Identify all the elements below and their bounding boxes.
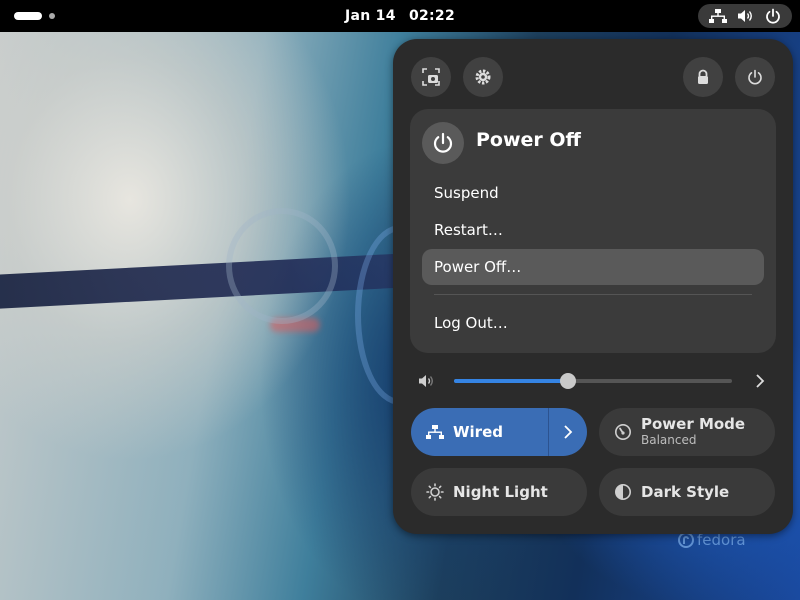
power-mode-toggle[interactable]: Power Mode Balanced [599,408,775,456]
screenshot-button[interactable] [411,57,451,97]
quick-settings-panel: Power Off Suspend Restart… Power Off… Lo… [393,39,793,534]
fedora-logo-icon [678,532,694,548]
menu-item-restart[interactable]: Restart… [422,212,764,248]
lock-screen-button[interactable] [683,57,723,97]
power-mode-gauge-icon [615,424,631,440]
screenshot-icon [422,68,440,86]
menu-item-suspend[interactable]: Suspend [422,175,764,211]
power-menu-button[interactable] [735,57,775,97]
dark-style-toggle[interactable]: Dark Style [599,468,775,516]
dark-style-icon [615,484,631,500]
power-off-menu-title: Power Off [476,129,581,151]
volume-icon[interactable] [418,373,436,389]
network-wired-icon [709,9,727,23]
gear-icon [475,69,491,85]
menu-separator [434,294,752,295]
volume-slider-fill [454,379,568,383]
network-wired-icon [426,425,444,439]
chevron-right-icon [564,425,573,439]
system-status-area[interactable] [698,4,792,28]
night-light-label: Night Light [453,483,548,501]
wired-menu-button[interactable] [549,408,587,456]
power-off-menu: Power Off Suspend Restart… Power Off… Lo… [410,109,776,353]
menu-item-power-off[interactable]: Power Off… [422,249,764,285]
clock-button[interactable]: Jan 14 02:22 [0,0,800,32]
clock-date: Jan 14 [344,8,396,24]
power-icon [748,69,762,85]
dark-style-label: Dark Style [641,483,730,501]
power-off-header-icon [422,122,464,164]
top-bar: Jan 14 02:22 [0,0,800,32]
settings-button[interactable] [463,57,503,97]
power-icon [433,132,453,153]
power-icon [766,8,780,24]
menu-item-log-out[interactable]: Log Out… [422,305,764,341]
wallpaper-bubble [226,208,338,324]
power-mode-label: Power Mode [641,415,746,434]
chevron-right-icon[interactable] [753,373,767,389]
night-light-icon [426,483,444,501]
clock-time: 02:22 [408,8,456,24]
power-mode-subtitle: Balanced [641,432,697,447]
wired-toggle[interactable]: Wired [411,408,587,456]
lock-icon [698,69,708,84]
volume-slider-handle[interactable] [559,373,576,389]
volume-icon [738,10,752,22]
volume-slider[interactable] [454,373,732,389]
wired-toggle-label: Wired [453,423,503,441]
night-light-toggle[interactable]: Night Light [411,468,587,516]
